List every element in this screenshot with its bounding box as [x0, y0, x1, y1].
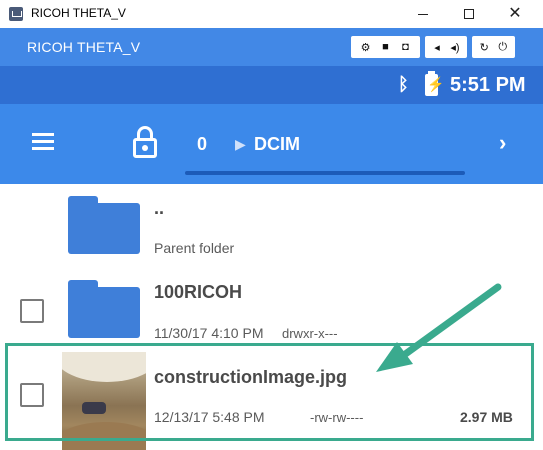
select-checkbox[interactable] — [20, 299, 44, 323]
volume-up-icon[interactable]: ◂) — [446, 36, 464, 58]
minimize-icon — [418, 13, 428, 15]
breadcrumb-separator-icon: ▶ — [235, 136, 246, 152]
file-subtitle: Parent folder — [154, 240, 235, 256]
bolt-icon: ⚡ — [427, 76, 445, 92]
unlock-icon[interactable] — [133, 126, 159, 158]
file-name: 100RICOH — [154, 282, 243, 302]
breadcrumb-current[interactable]: DCIM — [254, 134, 300, 155]
status-time: 5:51 PM — [450, 74, 526, 96]
minimize-button[interactable] — [400, 0, 446, 28]
capture-controls: ⚙ ■ ◘ — [351, 36, 420, 58]
app-icon — [9, 7, 23, 21]
emulator-title: RICOH THETA_V — [27, 39, 141, 55]
volume-controls: ◂ ◂) — [425, 36, 467, 58]
file-name: .. — [154, 198, 165, 218]
rotate-icon[interactable]: ↻ — [475, 36, 494, 58]
status-bar: ᛒ ⚡ 5:51 PM — [0, 66, 543, 104]
emulator-header: RICOH THETA_V ⚙ ■ ◘ ◂ ◂) ↻ ⏻ — [0, 28, 543, 66]
hamburger-menu-icon[interactable] — [32, 133, 54, 151]
list-item-100ricoh[interactable]: 100RICOH 11/30/17 4:10 PM drwxr-x--- — [0, 266, 543, 342]
window-title: RICOH THETA_V — [31, 6, 126, 20]
highlight-box — [5, 343, 534, 441]
volume-down-icon[interactable]: ◂ — [428, 36, 446, 58]
power-icon[interactable]: ⏻ — [494, 36, 513, 58]
file-date: 11/30/17 4:10 PM — [154, 325, 264, 341]
folder-icon — [68, 280, 140, 338]
settings-icon[interactable]: ⚙ — [356, 36, 375, 58]
app-bar: 0 ▶ DCIM › — [0, 104, 543, 184]
camera-icon[interactable]: ◘ — [396, 36, 415, 58]
breadcrumb-root[interactable]: 0 — [197, 134, 207, 155]
file-permissions: drwxr-x--- — [282, 326, 338, 341]
window-title-bar: RICOH THETA_V ✕ — [0, 0, 543, 28]
maximize-icon — [464, 9, 474, 19]
device-controls: ↻ ⏻ — [472, 36, 515, 58]
list-item-parent-folder[interactable]: .. Parent folder — [0, 184, 543, 266]
close-button[interactable]: ✕ — [492, 0, 538, 28]
video-icon[interactable]: ■ — [376, 36, 395, 58]
folder-icon — [68, 196, 140, 254]
chevron-right-icon[interactable]: › — [499, 130, 506, 156]
battery-charging-icon: ⚡ — [425, 71, 444, 96]
maximize-button[interactable] — [446, 0, 492, 28]
breadcrumb-underline — [185, 171, 465, 175]
bluetooth-icon: ᛒ — [398, 74, 409, 94]
close-icon: ✕ — [508, 5, 522, 22]
